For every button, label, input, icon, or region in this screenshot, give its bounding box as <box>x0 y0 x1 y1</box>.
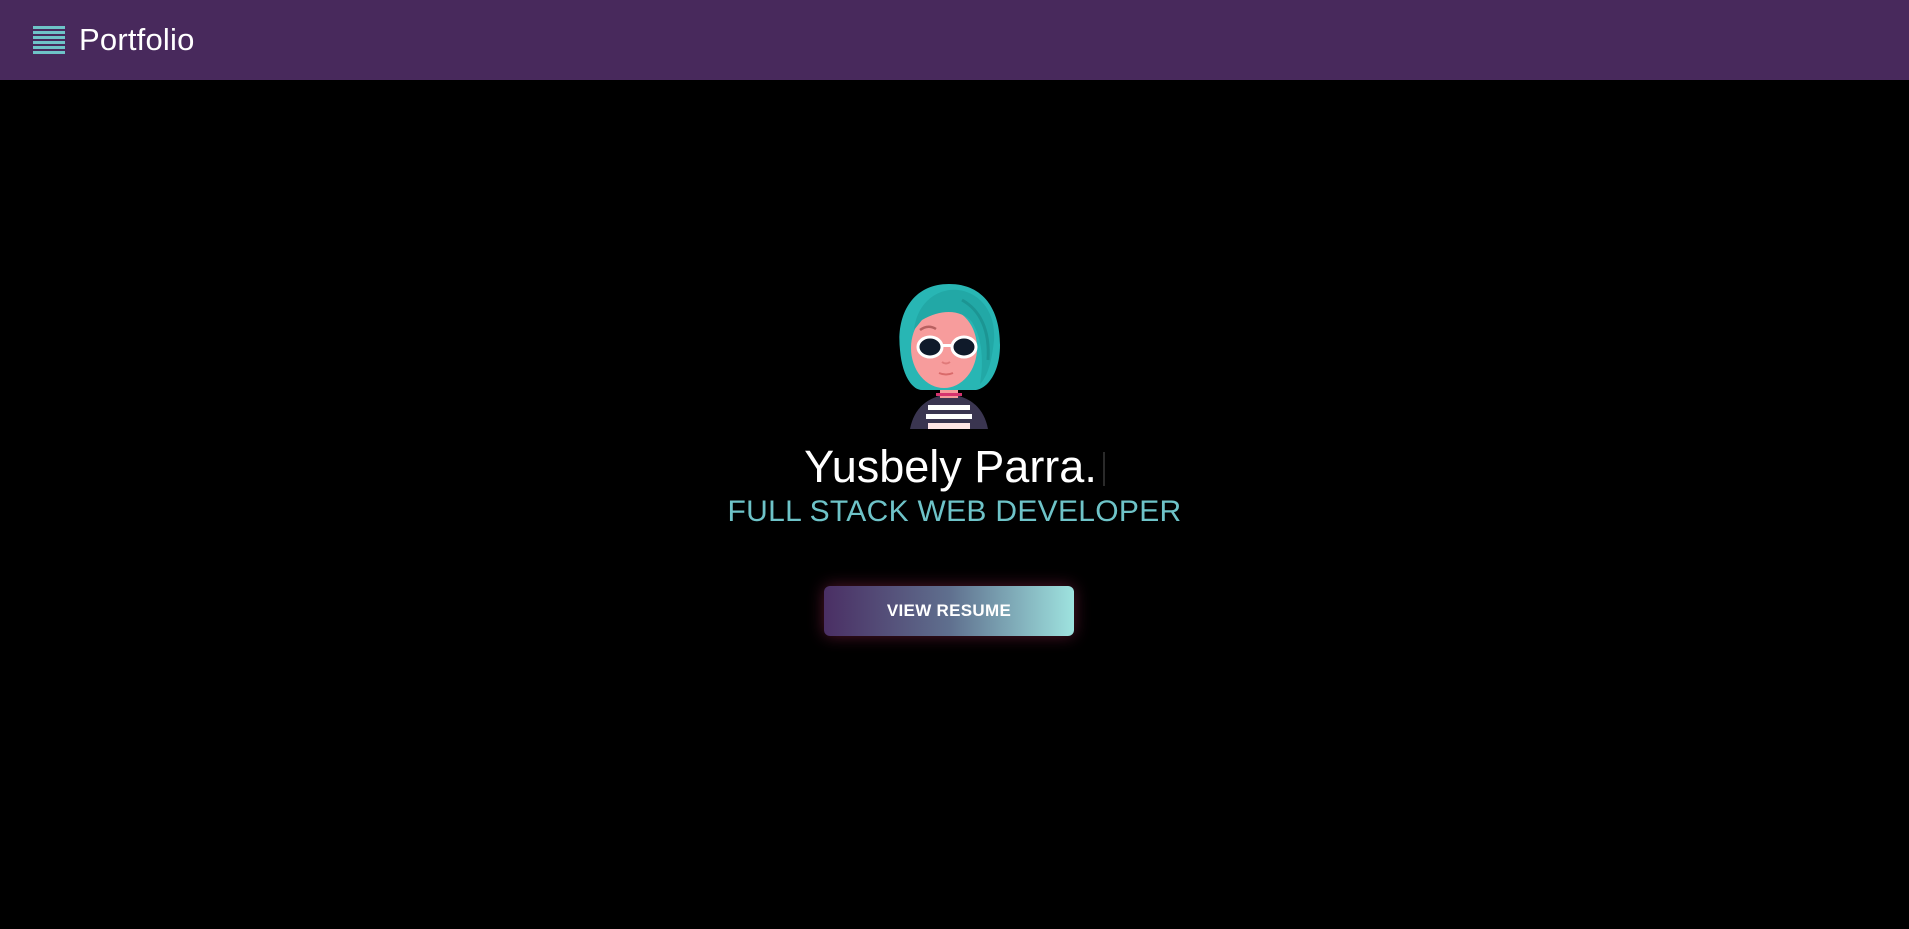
avatar-illustration <box>899 284 1000 429</box>
hamburger-menu-icon[interactable] <box>33 26 65 54</box>
hero-role: FULL STACK WEB DEVELOPER <box>727 495 1182 528</box>
view-resume-button[interactable]: VIEW RESUME <box>824 586 1074 636</box>
brand-title[interactable]: Portfolio <box>79 22 195 58</box>
hero-name-text: Yusbely Parra. <box>804 441 1097 492</box>
hero-section: Yusbely Parra. FULL STACK WEB DEVELOPER … <box>0 80 1909 929</box>
hero-name: Yusbely Parra. <box>0 440 1909 494</box>
typing-cursor <box>1102 452 1105 486</box>
top-navbar: Portfolio <box>0 0 1909 80</box>
